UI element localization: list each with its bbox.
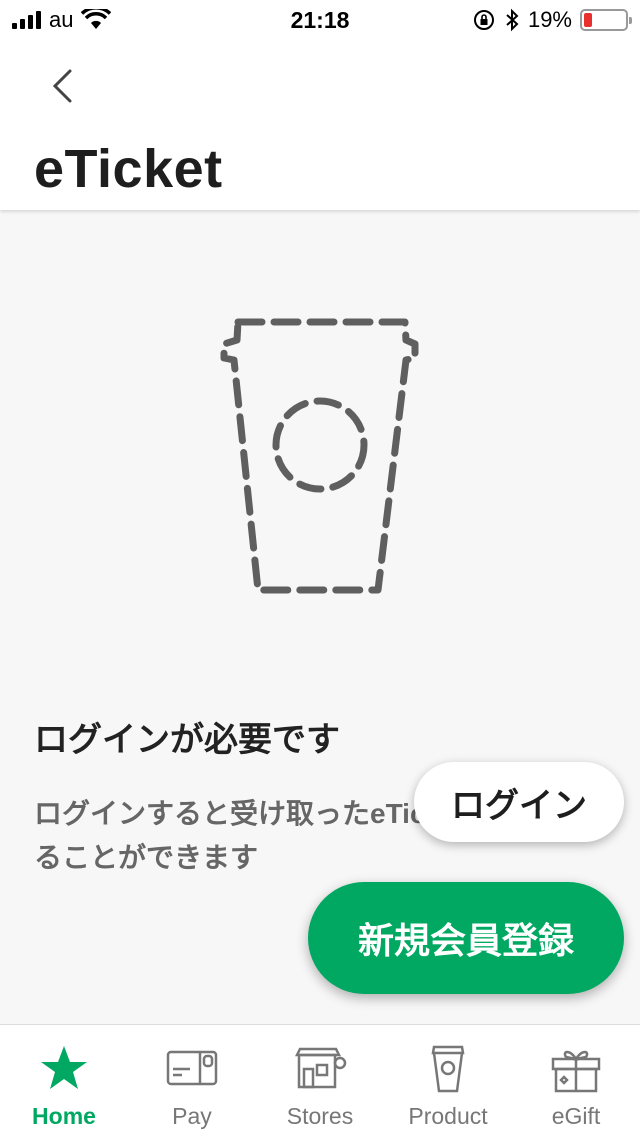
tab-egift[interactable]: eGift (512, 1025, 640, 1136)
battery-icon (580, 9, 632, 31)
status-time: 21:18 (290, 6, 350, 33)
status-bar: au 21:18 19% (0, 0, 640, 40)
battery-percent: 19% (527, 7, 572, 32)
signup-button[interactable]: 新規会員登録 (308, 882, 624, 994)
store-icon (294, 1047, 347, 1089)
chevron-left-icon (52, 69, 72, 103)
tab-stores[interactable]: Stores (256, 1025, 384, 1136)
tab-label: Pay (172, 1103, 212, 1129)
login-button[interactable]: ログイン (414, 762, 624, 842)
back-button[interactable] (40, 62, 84, 110)
tab-pay[interactable]: Pay (128, 1025, 256, 1136)
tab-label: Home (32, 1103, 96, 1129)
tab-label: eGift (551, 1103, 601, 1129)
cup-outline-icon (220, 318, 419, 594)
login-required-heading: ログインが必要です (34, 721, 340, 759)
tab-label: Stores (286, 1103, 354, 1129)
battery-fill (584, 13, 592, 27)
signal-icon (12, 11, 41, 29)
status-left: au (12, 7, 252, 33)
gift-icon (551, 1050, 601, 1093)
bluetooth-icon (506, 8, 519, 32)
tab-product[interactable]: Product (384, 1025, 512, 1136)
star-icon (41, 1046, 87, 1089)
orientation-lock-icon (473, 10, 494, 30)
card-icon (166, 1050, 218, 1086)
tab-label: Product (408, 1103, 488, 1129)
header: eTicket (0, 40, 640, 210)
page-title: eTicket (34, 139, 223, 199)
status-right: 19% (388, 7, 632, 33)
tab-home[interactable]: Home (0, 1025, 128, 1136)
wifi-icon (81, 9, 112, 29)
tab-bar: Home Pay Stores Product eGift (0, 1024, 640, 1136)
carrier-name: au (49, 7, 74, 32)
cup-icon (431, 1045, 465, 1093)
